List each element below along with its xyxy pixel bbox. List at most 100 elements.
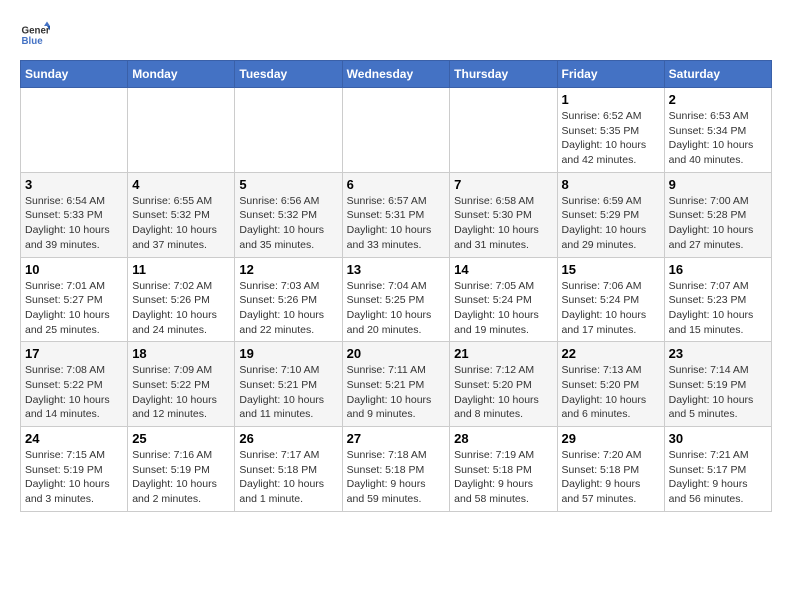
week-row-4: 17 Sunrise: 7:08 AM Sunset: 5:22 PM Dayli… — [21, 342, 772, 427]
day-number: 28 — [454, 431, 552, 446]
calendar-cell: 24 Sunrise: 7:15 AM Sunset: 5:19 PM Dayli… — [21, 427, 128, 512]
day-info: Sunrise: 7:14 AM Sunset: 5:19 PM Dayligh… — [669, 363, 767, 422]
day-number: 7 — [454, 177, 552, 192]
week-row-3: 10 Sunrise: 7:01 AM Sunset: 5:27 PM Dayli… — [21, 257, 772, 342]
calendar-cell: 26Sunrise: 7:17 AM Sunset: 5:18 PM Dayli… — [235, 427, 342, 512]
calendar-cell: 17 Sunrise: 7:08 AM Sunset: 5:22 PM Dayli… — [21, 342, 128, 427]
day-number: 20 — [347, 346, 446, 361]
day-number: 14 — [454, 262, 552, 277]
calendar-cell — [342, 88, 450, 173]
day-number: 18 — [132, 346, 230, 361]
logo-icon: General Blue — [20, 20, 50, 50]
day-number: 19 — [239, 346, 337, 361]
weekday-header-friday: Friday — [557, 61, 664, 88]
calendar-cell: 19 Sunrise: 7:10 AM Sunset: 5:21 PM Dayli… — [235, 342, 342, 427]
day-number: 16 — [669, 262, 767, 277]
day-number: 24 — [25, 431, 123, 446]
day-info: Sunrise: 7:11 AM Sunset: 5:21 PM Dayligh… — [347, 363, 446, 422]
calendar-cell: 7 Sunrise: 6:58 AM Sunset: 5:30 PM Daylig… — [450, 172, 557, 257]
day-number: 5 — [239, 177, 337, 192]
day-info: Sunrise: 7:04 AM Sunset: 5:25 PM Dayligh… — [347, 279, 446, 338]
day-number: 4 — [132, 177, 230, 192]
calendar-cell: 2Sunrise: 6:53 AM Sunset: 5:34 PM Daylig… — [664, 88, 771, 173]
day-number: 17 — [25, 346, 123, 361]
week-row-2: 3 Sunrise: 6:54 AM Sunset: 5:33 PM Daylig… — [21, 172, 772, 257]
weekday-header-tuesday: Tuesday — [235, 61, 342, 88]
day-number: 8 — [562, 177, 660, 192]
calendar-cell: 13 Sunrise: 7:04 AM Sunset: 5:25 PM Dayli… — [342, 257, 450, 342]
calendar-cell: 4 Sunrise: 6:55 AM Sunset: 5:32 PM Daylig… — [128, 172, 235, 257]
day-info: Sunrise: 6:54 AM Sunset: 5:33 PM Dayligh… — [25, 194, 123, 253]
weekday-header-row: SundayMondayTuesdayWednesdayThursdayFrid… — [21, 61, 772, 88]
day-info: Sunrise: 7:09 AM Sunset: 5:22 PM Dayligh… — [132, 363, 230, 422]
day-info: Sunrise: 6:53 AM Sunset: 5:34 PM Dayligh… — [669, 109, 767, 168]
calendar-cell: 27Sunrise: 7:18 AM Sunset: 5:18 PM Dayli… — [342, 427, 450, 512]
day-info: Sunrise: 7:10 AM Sunset: 5:21 PM Dayligh… — [239, 363, 337, 422]
calendar-cell: 30Sunrise: 7:21 AM Sunset: 5:17 PM Dayli… — [664, 427, 771, 512]
day-info: Sunrise: 7:15 AM Sunset: 5:19 PM Dayligh… — [25, 448, 123, 507]
svg-text:Blue: Blue — [22, 36, 44, 47]
day-info: Sunrise: 7:01 AM Sunset: 5:27 PM Dayligh… — [25, 279, 123, 338]
calendar-cell: 29 Sunrise: 7:20 AM Sunset: 5:18 PM Dayli… — [557, 427, 664, 512]
day-number: 12 — [239, 262, 337, 277]
calendar-cell: 14 Sunrise: 7:05 AM Sunset: 5:24 PM Dayli… — [450, 257, 557, 342]
calendar-cell — [128, 88, 235, 173]
day-info: Sunrise: 7:07 AM Sunset: 5:23 PM Dayligh… — [669, 279, 767, 338]
day-info: Sunrise: 6:55 AM Sunset: 5:32 PM Dayligh… — [132, 194, 230, 253]
calendar-cell: 1Sunrise: 6:52 AM Sunset: 5:35 PM Daylig… — [557, 88, 664, 173]
calendar-cell: 5Sunrise: 6:56 AM Sunset: 5:32 PM Daylig… — [235, 172, 342, 257]
day-number: 29 — [562, 431, 660, 446]
weekday-header-saturday: Saturday — [664, 61, 771, 88]
calendar-cell: 10 Sunrise: 7:01 AM Sunset: 5:27 PM Dayli… — [21, 257, 128, 342]
calendar-cell: 9Sunrise: 7:00 AM Sunset: 5:28 PM Daylig… — [664, 172, 771, 257]
calendar-cell: 6Sunrise: 6:57 AM Sunset: 5:31 PM Daylig… — [342, 172, 450, 257]
calendar-cell: 20 Sunrise: 7:11 AM Sunset: 5:21 PM Dayli… — [342, 342, 450, 427]
day-info: Sunrise: 7:19 AM Sunset: 5:18 PM Dayligh… — [454, 448, 552, 507]
day-info: Sunrise: 7:13 AM Sunset: 5:20 PM Dayligh… — [562, 363, 660, 422]
day-number: 23 — [669, 346, 767, 361]
day-info: Sunrise: 7:17 AM Sunset: 5:18 PM Dayligh… — [239, 448, 337, 507]
calendar-cell — [235, 88, 342, 173]
calendar-cell: 3 Sunrise: 6:54 AM Sunset: 5:33 PM Daylig… — [21, 172, 128, 257]
calendar-cell: 23 Sunrise: 7:14 AM Sunset: 5:19 PM Dayli… — [664, 342, 771, 427]
day-info: Sunrise: 6:59 AM Sunset: 5:29 PM Dayligh… — [562, 194, 660, 253]
calendar-cell: 12 Sunrise: 7:03 AM Sunset: 5:26 PM Dayli… — [235, 257, 342, 342]
day-number: 10 — [25, 262, 123, 277]
day-number: 30 — [669, 431, 767, 446]
day-info: Sunrise: 7:06 AM Sunset: 5:24 PM Dayligh… — [562, 279, 660, 338]
day-number: 13 — [347, 262, 446, 277]
calendar-cell: 16 Sunrise: 7:07 AM Sunset: 5:23 PM Dayli… — [664, 257, 771, 342]
logo: General Blue — [20, 20, 50, 50]
weekday-header-wednesday: Wednesday — [342, 61, 450, 88]
day-info: Sunrise: 7:02 AM Sunset: 5:26 PM Dayligh… — [132, 279, 230, 338]
day-number: 21 — [454, 346, 552, 361]
svg-text:General: General — [22, 26, 51, 37]
calendar-table: SundayMondayTuesdayWednesdayThursdayFrid… — [20, 60, 772, 512]
day-number: 9 — [669, 177, 767, 192]
calendar-cell: 18 Sunrise: 7:09 AM Sunset: 5:22 PM Dayli… — [128, 342, 235, 427]
calendar-cell: 25Sunrise: 7:16 AM Sunset: 5:19 PM Dayli… — [128, 427, 235, 512]
day-number: 1 — [562, 92, 660, 107]
week-row-5: 24 Sunrise: 7:15 AM Sunset: 5:19 PM Dayli… — [21, 427, 772, 512]
day-info: Sunrise: 7:20 AM Sunset: 5:18 PM Dayligh… — [562, 448, 660, 507]
calendar-cell — [450, 88, 557, 173]
day-number: 3 — [25, 177, 123, 192]
day-number: 15 — [562, 262, 660, 277]
calendar-cell: 11 Sunrise: 7:02 AM Sunset: 5:26 PM Dayli… — [128, 257, 235, 342]
calendar-cell: 28 Sunrise: 7:19 AM Sunset: 5:18 PM Dayli… — [450, 427, 557, 512]
weekday-header-sunday: Sunday — [21, 61, 128, 88]
weekday-header-thursday: Thursday — [450, 61, 557, 88]
day-info: Sunrise: 7:05 AM Sunset: 5:24 PM Dayligh… — [454, 279, 552, 338]
weekday-header-monday: Monday — [128, 61, 235, 88]
day-number: 25 — [132, 431, 230, 446]
day-info: Sunrise: 7:08 AM Sunset: 5:22 PM Dayligh… — [25, 363, 123, 422]
calendar-cell: 15 Sunrise: 7:06 AM Sunset: 5:24 PM Dayli… — [557, 257, 664, 342]
day-info: Sunrise: 6:57 AM Sunset: 5:31 PM Dayligh… — [347, 194, 446, 253]
day-info: Sunrise: 7:03 AM Sunset: 5:26 PM Dayligh… — [239, 279, 337, 338]
day-info: Sunrise: 7:18 AM Sunset: 5:18 PM Dayligh… — [347, 448, 446, 507]
calendar-cell: 21 Sunrise: 7:12 AM Sunset: 5:20 PM Dayli… — [450, 342, 557, 427]
calendar-cell: 8 Sunrise: 6:59 AM Sunset: 5:29 PM Daylig… — [557, 172, 664, 257]
day-info: Sunrise: 7:12 AM Sunset: 5:20 PM Dayligh… — [454, 363, 552, 422]
day-info: Sunrise: 6:58 AM Sunset: 5:30 PM Dayligh… — [454, 194, 552, 253]
day-number: 11 — [132, 262, 230, 277]
